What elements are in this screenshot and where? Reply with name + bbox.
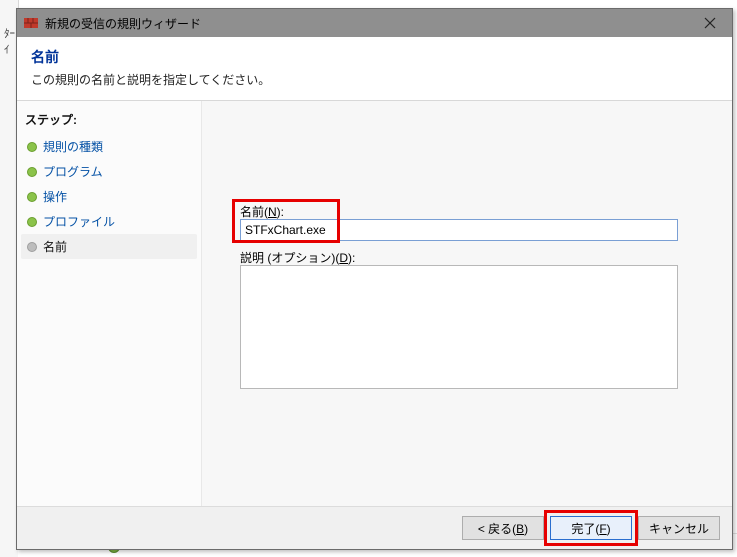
- close-icon: [704, 17, 716, 29]
- page-title: 名前: [31, 47, 718, 67]
- steps-pane: ステップ: 規則の種類 プログラム 操作 プロファイル 名前: [17, 101, 202, 506]
- bullet-icon: [27, 167, 37, 177]
- steps-label: ステップ:: [25, 111, 193, 128]
- wizard-dialog: 新規の受信の規則ウィザード 名前 この規則の名前と説明を指定してください。 ステ…: [16, 8, 733, 550]
- step-label: プログラム: [43, 163, 103, 180]
- step-label: 操作: [43, 188, 67, 205]
- back-button[interactable]: < 戻る(B): [462, 516, 544, 540]
- name-label: 名前(N):: [240, 203, 284, 220]
- step-action[interactable]: 操作: [21, 184, 197, 209]
- header-pane: 名前 この規則の名前と説明を指定してください。: [17, 37, 732, 101]
- titlebar[interactable]: 新規の受信の規則ウィザード: [17, 9, 732, 37]
- step-rule-type[interactable]: 規則の種類: [21, 134, 197, 159]
- wizard-body: ステップ: 規則の種類 プログラム 操作 プロファイル 名前 名前(N): 説明…: [17, 101, 732, 506]
- description-input[interactable]: [240, 265, 678, 389]
- page-subtitle: この規則の名前と説明を指定してください。: [31, 71, 718, 88]
- description-label: 説明 (オプション)(D):: [240, 249, 355, 266]
- name-input[interactable]: [240, 219, 678, 241]
- bullet-icon: [27, 192, 37, 202]
- dialog-title: 新規の受信の規則ウィザード: [45, 15, 201, 32]
- close-button[interactable]: [688, 9, 732, 37]
- step-label: プロファイル: [43, 213, 115, 230]
- cancel-button[interactable]: キャンセル: [638, 516, 720, 540]
- step-label: 名前: [43, 238, 67, 255]
- finish-button[interactable]: 完了(F): [550, 516, 632, 540]
- bullet-icon: [27, 142, 37, 152]
- footer: < 戻る(B) 完了(F) キャンセル: [17, 506, 732, 549]
- form-pane: 名前(N): 説明 (オプション)(D):: [202, 101, 732, 506]
- bullet-icon: [27, 217, 37, 227]
- step-program[interactable]: プログラム: [21, 159, 197, 184]
- bullet-icon: [27, 242, 37, 252]
- step-label: 規則の種類: [43, 138, 103, 155]
- steps-list: 規則の種類 プログラム 操作 プロファイル 名前: [21, 134, 197, 259]
- step-name[interactable]: 名前: [21, 234, 197, 259]
- firewall-icon: [23, 15, 39, 31]
- step-profile[interactable]: プロファイル: [21, 209, 197, 234]
